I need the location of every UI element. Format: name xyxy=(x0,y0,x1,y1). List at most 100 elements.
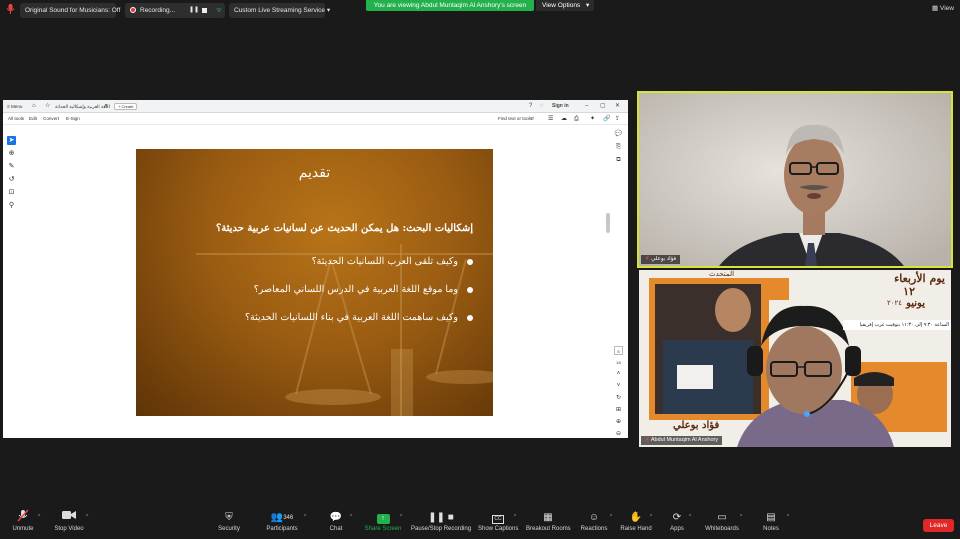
find-input[interactable]: Find text or tools xyxy=(498,113,532,125)
hamburger-icon: ≡ xyxy=(7,104,10,109)
home-icon[interactable]: ⌂ xyxy=(32,100,36,113)
page-up-icon[interactable]: ˄ xyxy=(614,370,623,379)
chat-bubble-icon: 💬 xyxy=(329,512,343,523)
participant-name-tag: ✗ Abdul Muntaqim Al Anshory xyxy=(641,436,723,445)
stop-video-button[interactable]: Stop Video ^ xyxy=(53,509,88,539)
bookmark-icon[interactable]: ⎘ xyxy=(614,143,623,152)
raise-hand-button[interactable]: ✋ Raise Hand ^ xyxy=(620,509,652,539)
share-screen-button[interactable]: ↑ Share Screen ^ xyxy=(364,509,402,539)
chevron-up-icon[interactable]: ^ xyxy=(689,514,691,520)
pages-icon[interactable]: ⧉ xyxy=(614,156,623,165)
whiteboards-button[interactable]: ▭ Whiteboards ^ xyxy=(704,509,742,539)
breakout-rooms-button[interactable]: ▦ Breakout Rooms xyxy=(526,509,571,539)
zoom-out-icon[interactable]: ⊖ xyxy=(614,430,623,439)
zoom-select-icon[interactable]: ⊕ xyxy=(7,149,16,158)
grid-view-icon: ▦ xyxy=(932,5,939,12)
right-toolbar: 💬 ⎘ ⧉ xyxy=(614,130,625,169)
muted-mic-icon: ✗ xyxy=(645,256,650,262)
chevron-up-icon[interactable]: ^ xyxy=(514,514,516,520)
menu-all-tools[interactable]: All tools xyxy=(8,113,24,125)
chevron-up-icon[interactable]: ^ xyxy=(38,514,40,520)
chevron-up-icon[interactable]: ^ xyxy=(740,514,742,520)
rotate-icon[interactable]: ↻ xyxy=(614,394,623,403)
chat-button[interactable]: 💬 Chat ^ xyxy=(326,509,353,539)
video-camera-icon xyxy=(53,509,85,525)
microphone-icon xyxy=(6,4,15,14)
chevron-up-icon[interactable]: ^ xyxy=(400,514,402,520)
view-options-button[interactable]: View Options ▾ xyxy=(536,0,594,11)
cloud-upload-icon[interactable]: ☁ xyxy=(561,113,567,125)
bullet-item: وما موقع اللغة العربية في الدرس اللساني … xyxy=(153,283,473,311)
page-nav-tools: 5 18 ˄ ˅ ↻ ⊞ ⊕ ⊖ xyxy=(614,346,625,442)
chevron-up-icon[interactable]: ^ xyxy=(610,514,612,520)
original-sound-button[interactable]: Original Sound for Musicians: Off xyxy=(20,3,120,18)
minimize-icon[interactable]: – xyxy=(585,100,588,112)
top-bar: Original Sound for Musicians: Off Record… xyxy=(0,0,960,20)
zoom-in-icon[interactable]: ⊕ xyxy=(614,418,623,427)
poster-label: المتحدث xyxy=(709,270,735,278)
chevron-up-icon[interactable]: ^ xyxy=(787,514,789,520)
mic-status-icon[interactable] xyxy=(5,3,16,18)
bullet-item: وكيف تلقى العرب اللسانيات الحديثة؟ xyxy=(153,255,473,283)
sign-in-link[interactable]: Sign in xyxy=(552,100,569,112)
live-stream-icon[interactable]: ᯤ xyxy=(213,3,225,18)
select-cursor-icon[interactable]: ➤ xyxy=(7,136,16,145)
stop-icon[interactable] xyxy=(202,8,207,13)
ai-assistant-icon[interactable]: ✦ xyxy=(590,113,595,125)
help-icon[interactable]: ? xyxy=(529,100,532,112)
fit-page-icon[interactable]: ⊞ xyxy=(614,406,623,415)
menu-esign[interactable]: E-Sign xyxy=(66,113,80,125)
close-tab-icon[interactable]: ✕ xyxy=(104,100,108,113)
reactions-button[interactable]: ☺ Reactions ^ xyxy=(580,509,613,539)
text-select-icon[interactable]: ⊡ xyxy=(7,188,16,197)
notes-icon: ▤ xyxy=(766,512,776,523)
menu-convert[interactable]: Convert xyxy=(43,113,59,125)
notification-icon[interactable]: ◌ xyxy=(540,100,544,112)
create-button[interactable]: + Create xyxy=(114,103,138,110)
apps-button[interactable]: ⟳ Apps ^ xyxy=(667,509,691,539)
participants-button[interactable]: 👥346 Participants ^ xyxy=(264,509,306,539)
chevron-up-icon[interactable]: ^ xyxy=(650,514,652,520)
print-icon[interactable]: ⎙ xyxy=(574,113,579,125)
poster-date: ١٢ xyxy=(903,285,915,298)
link-icon[interactable]: 🔗 xyxy=(603,113,610,125)
page-down-icon[interactable]: ˅ xyxy=(614,382,623,391)
security-button[interactable]: ⛨ Security xyxy=(216,509,242,539)
maximize-icon[interactable]: ▢ xyxy=(600,100,606,112)
notes-button[interactable]: ▤ Notes ^ xyxy=(761,509,789,539)
lasso-icon[interactable]: ↺ xyxy=(7,175,16,184)
chevron-up-icon[interactable]: ^ xyxy=(86,514,88,520)
video-tile-second[interactable]: يوم الأربعاء ١٢ يونيو ٢٠٢٤ الساعة ٩:٣٠ إ… xyxy=(639,270,951,447)
menu-edit[interactable]: Edit xyxy=(29,113,37,125)
chevron-up-icon[interactable]: ^ xyxy=(350,514,352,520)
show-captions-button[interactable]: CC Show Captions ^ xyxy=(478,509,518,539)
chevron-down-icon: ▾ xyxy=(326,7,331,14)
share-icon[interactable]: ⇪ xyxy=(615,113,620,125)
close-window-icon[interactable]: ✕ xyxy=(615,100,620,112)
comment-icon[interactable]: 💬 xyxy=(614,130,623,139)
slide-title: تقديم xyxy=(298,165,331,181)
whiteboard-icon: ▭ xyxy=(717,512,727,523)
unmute-button[interactable]: Unmute ^ xyxy=(8,509,40,539)
video-tile-speaker[interactable]: ✗ فؤاد بوعلي xyxy=(637,91,953,268)
document-tab[interactable]: اللغة العربية وإشكالية الحداثة xyxy=(55,100,110,113)
poster-year: ٢٠٢٤ xyxy=(887,299,903,307)
captions-icon: CC xyxy=(492,515,504,524)
muted-mic-icon: ✗ xyxy=(645,437,650,443)
page-number[interactable]: 5 xyxy=(614,346,623,355)
scrollbar-thumb[interactable] xyxy=(606,213,610,233)
poster-day: يوم الأربعاء xyxy=(894,272,945,285)
pause-icon[interactable]: ❚❚ xyxy=(189,3,199,18)
chevron-up-icon[interactable]: ^ xyxy=(304,514,306,520)
streaming-service-button[interactable]: Custom Live Streaming Service ▾ xyxy=(229,3,330,18)
menu-button[interactable]: ≡ Menu xyxy=(7,100,22,113)
pen-icon[interactable]: ✎ xyxy=(7,162,16,171)
pdf-menu-bar: All tools Edit Convert E-Sign Find text … xyxy=(3,113,628,125)
search-icon[interactable]: ⌕ xyxy=(531,113,534,125)
star-icon[interactable]: ☆ xyxy=(45,100,50,113)
view-button[interactable]: ▦ View xyxy=(932,4,954,12)
leave-button[interactable]: Leave xyxy=(923,519,954,532)
pause-stop-recording-button[interactable]: ❚❚ ■ Pause/Stop Recording xyxy=(411,509,471,539)
stamp-icon[interactable]: ⚲ xyxy=(7,201,16,210)
page-view-icon[interactable]: ☰ xyxy=(548,113,553,125)
